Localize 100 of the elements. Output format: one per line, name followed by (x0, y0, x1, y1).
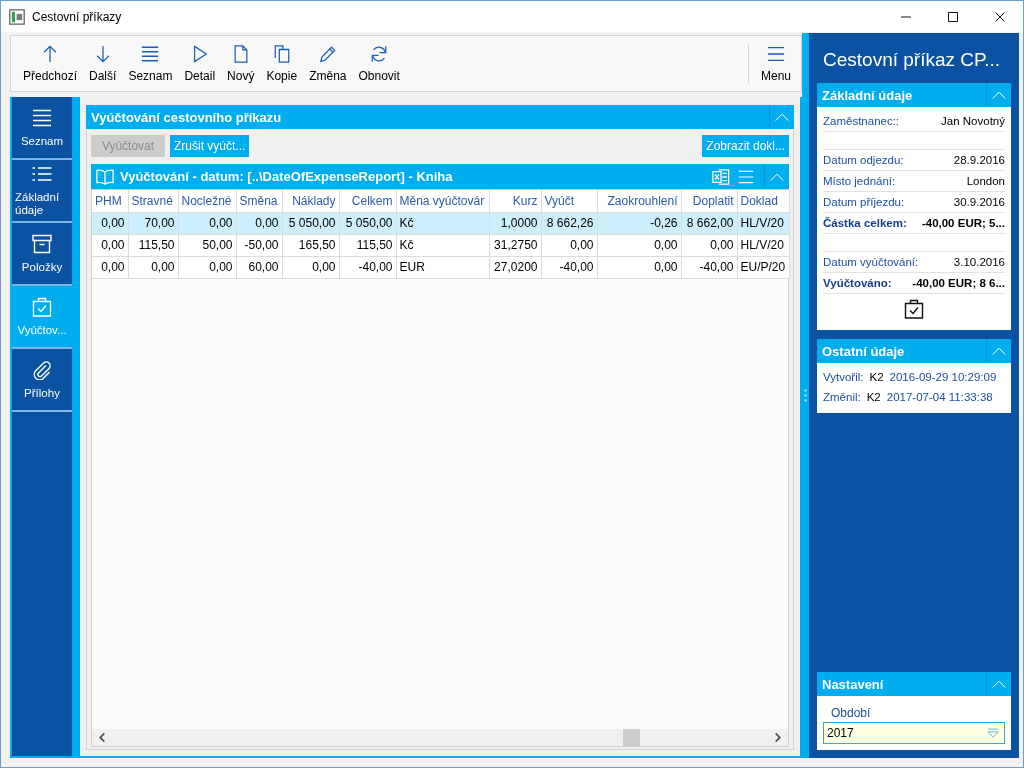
table-cell: 8 662,26 (541, 212, 597, 234)
table-cell: EUR (396, 256, 489, 278)
table-row[interactable]: 0,00 70,00 0,00 0,00 5 050,00 5 050,00 Kč 1,0000 8 662,26 -0,26 8 662,00 HL/V/20 (92, 212, 789, 234)
table-cell: 50,00 (178, 234, 236, 256)
table-cell: 0,00 (236, 212, 282, 234)
table-cell: 0,00 (597, 256, 681, 278)
user-name: K2 (869, 371, 884, 383)
table-cell: Kč (396, 234, 489, 256)
card-title: Ostatní údaje (822, 343, 906, 359)
paperclip-icon (32, 359, 52, 380)
field-label: Místo jednání: (823, 175, 896, 187)
table-cell: 70,00 (128, 212, 178, 234)
copy-icon (272, 44, 291, 63)
column-header[interactable]: Směna (236, 190, 282, 212)
toolbar-button[interactable]: Předchozí (17, 36, 84, 91)
period-dropdown[interactable]: 2017 (823, 722, 1005, 744)
table-cell: -40,00 (541, 256, 597, 278)
table-cell: -40,00 (339, 256, 396, 278)
maximize-icon (947, 11, 958, 22)
toolbar-button[interactable]: Seznam (122, 36, 179, 91)
table-cell: 0,00 (178, 256, 236, 278)
field-value: -40,00 EUR; 5... (921, 217, 1005, 229)
column-header[interactable]: Vyúčt (541, 190, 597, 212)
column-header[interactable]: Doplatit (681, 190, 737, 212)
menu-button[interactable]: Menu (747, 44, 801, 83)
book-icon (96, 167, 114, 186)
table-cell: 0,00 (681, 234, 737, 256)
close-icon (994, 11, 1005, 22)
clipboard-check-icon (32, 296, 52, 317)
table-cell: 27,0200 (489, 256, 541, 278)
table-cell: 0,00 (597, 234, 681, 256)
field-label: Zaměstnanec:: (823, 115, 900, 127)
field-label: Vytvořil: (823, 371, 864, 383)
field-label: Částka celkem: (823, 217, 907, 229)
table-cell: 0,00 (92, 234, 128, 256)
table-cell: HL/V/20 (737, 234, 789, 256)
column-header[interactable]: Celkem (339, 190, 396, 212)
section-title: Vyúčtování cestovního příkazu (91, 109, 283, 125)
table-row[interactable]: 0,00 115,50 50,00 -50,00 165,50 115,50 Kč 31,2750 0,00 0,00 0,00 HL/V/20 (92, 234, 789, 256)
toolbar-button[interactable]: Další (83, 36, 123, 91)
table-cell: 5 050,00 (282, 212, 339, 234)
table-cell: 0,00 (92, 256, 128, 278)
panel-title: Cestovní příkaz CP... (823, 48, 1002, 72)
field-value: London (966, 175, 1005, 187)
grip-icon (804, 389, 807, 402)
splitter-handle[interactable] (802, 33, 809, 758)
table-cell: 60,00 (236, 256, 282, 278)
field-label: Datum příjezdu: (823, 196, 905, 208)
field-label: Změnil: (823, 391, 861, 403)
table-cell: 5 050,00 (339, 212, 396, 234)
table-cell: -0,26 (597, 212, 681, 234)
table-cell: -40,00 (681, 256, 737, 278)
column-header[interactable]: PHM (92, 190, 128, 212)
up-arrow-icon (41, 44, 59, 63)
field-label: Datum odjezdu: (823, 154, 904, 166)
toolbar-button[interactable]: Obnovit (352, 36, 406, 91)
table-cell: 31,2750 (489, 234, 541, 256)
field-value: -40,00 EUR; 8 6... (912, 277, 1005, 289)
dropdown-arrow-icon (986, 727, 1000, 739)
menu-icon[interactable] (736, 168, 756, 185)
toolbar-button[interactable]: Detail (178, 36, 222, 91)
user-name: K2 (866, 391, 881, 403)
toolbar-button[interactable]: Nový (221, 36, 261, 91)
list-icon (32, 107, 52, 128)
column-header[interactable]: Měna vyúčtovár (396, 190, 489, 212)
card-title: Nastavení (822, 676, 885, 692)
toolbar-button[interactable]: Změna (303, 36, 353, 91)
list-icon (141, 44, 160, 63)
horizontal-scrollbar[interactable] (92, 729, 788, 746)
archive-box-icon (32, 233, 52, 254)
pencil-icon (318, 44, 337, 63)
table-cell: 115,50 (339, 234, 396, 256)
table-cell: Kč (396, 212, 489, 234)
table-cell: EU/P/20 (737, 256, 789, 278)
table-cell: 1,0000 (489, 212, 541, 234)
menu-icon (767, 44, 785, 63)
scrollbar-thumb[interactable] (623, 729, 641, 746)
chevron-right-icon[interactable] (773, 733, 782, 742)
spreadsheet-icon[interactable] (712, 167, 730, 186)
column-header[interactable]: Doklad (737, 190, 789, 212)
timestamp: 2017-07-04 11:33:38 (886, 391, 993, 403)
field-value: Jan Novotný (941, 115, 1005, 127)
timestamp: 2016-09-29 10:29:09 (889, 371, 997, 383)
table-row[interactable]: 0,00 0,00 0,00 60,00 0,00 -40,00 EUR 27,0200 -40,00 0,00 -40,00 EU/P/20 (92, 256, 789, 278)
table-cell: 165,50 (282, 234, 339, 256)
clipboard-check-icon[interactable] (904, 299, 924, 319)
table-cell: 8 662,00 (681, 212, 737, 234)
table-cell: -50,00 (236, 234, 282, 256)
table-cell: 0,00 (92, 212, 128, 234)
bulleted-list-icon (32, 164, 52, 184)
table-cell: 115,50 (128, 234, 178, 256)
column-header[interactable]: Nocležné (178, 190, 236, 212)
column-header[interactable]: Kurz (489, 190, 541, 212)
column-header[interactable]: Náklady (282, 190, 339, 212)
toolbar-button[interactable]: Kopie (260, 36, 304, 91)
field-value: 28.9.2016 (953, 154, 1005, 166)
column-header[interactable]: Stravné (128, 190, 178, 212)
chevron-left-icon[interactable] (98, 733, 107, 742)
column-header[interactable]: Zaokrouhlení (597, 190, 681, 212)
field-label: Období (831, 706, 872, 720)
